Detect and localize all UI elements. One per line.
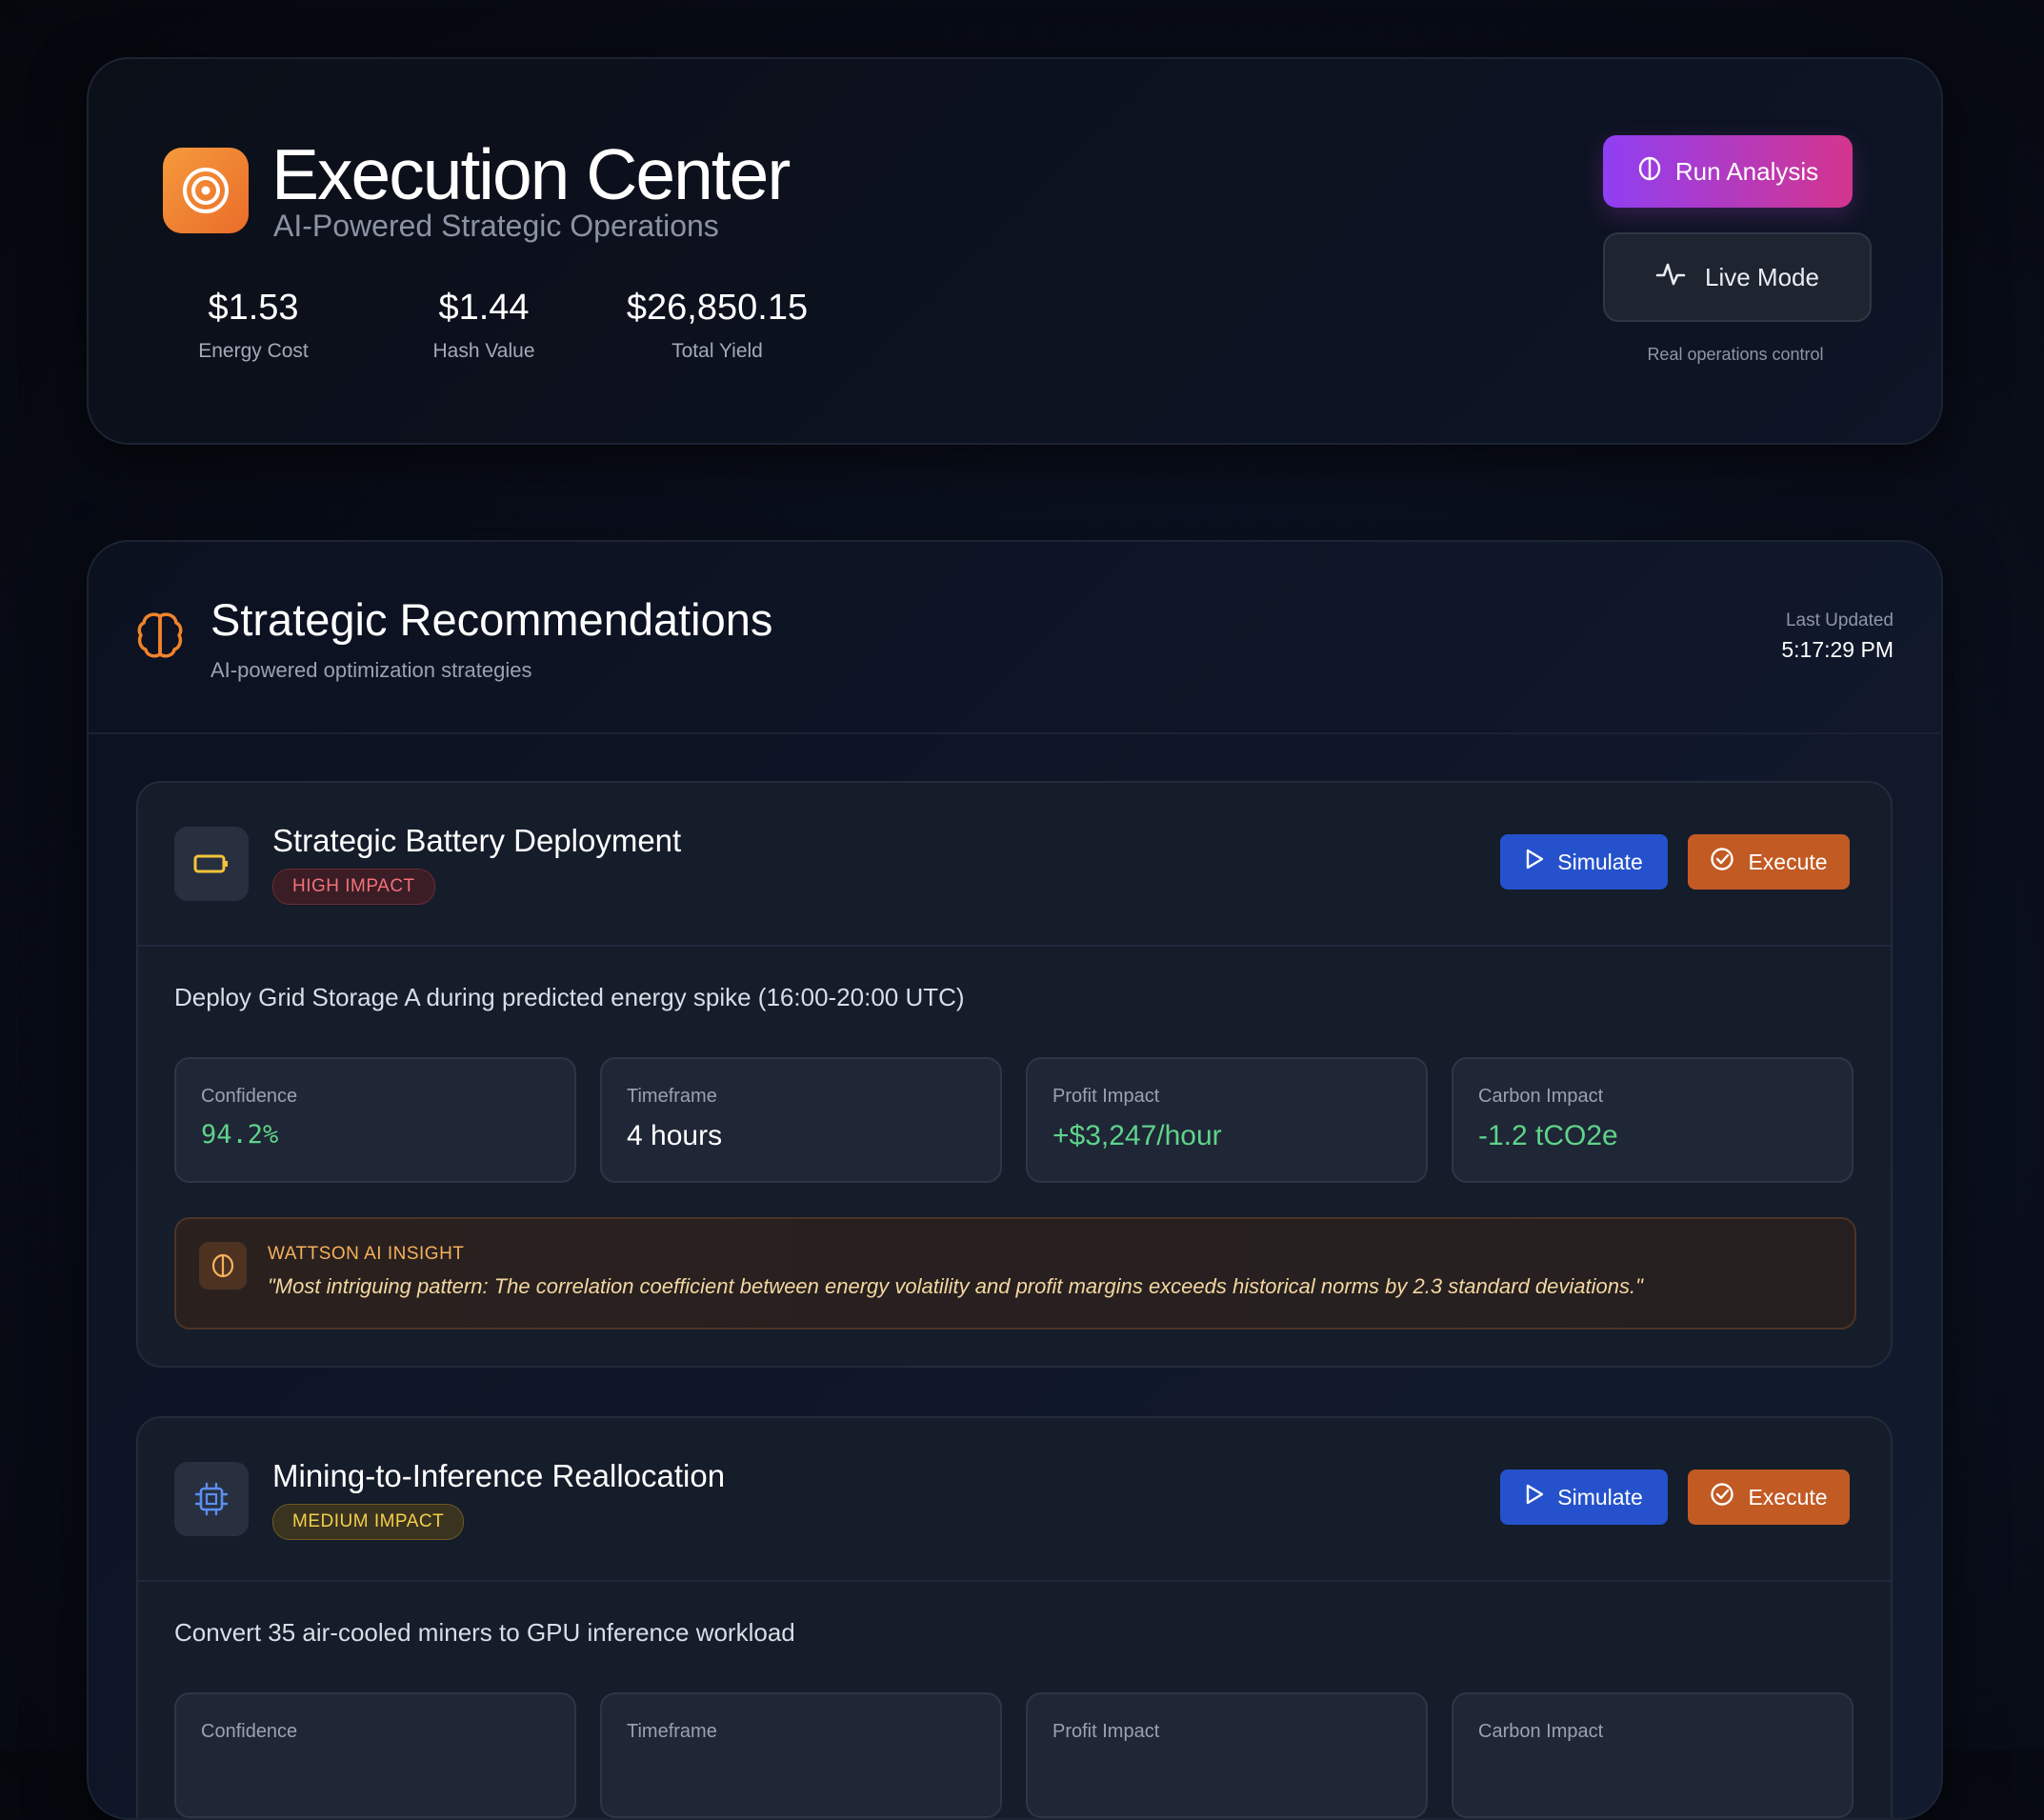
battery-icon: [174, 827, 249, 901]
insight-quote: "Most intriguing pattern: The correlatio…: [268, 1274, 1643, 1298]
impact-badge: HIGH IMPACT: [272, 869, 435, 905]
check-circle-icon: [1710, 1482, 1734, 1512]
card-title: Mining-to-Inference Reallocation: [272, 1458, 726, 1493]
metric-value: +$3,247/hour: [1052, 1120, 1222, 1151]
play-icon: [1525, 849, 1544, 875]
metric-label: Timeframe: [627, 1086, 717, 1107]
live-mode-caption: Real operations control: [1647, 345, 1824, 364]
simulate-label: Simulate: [1557, 849, 1643, 874]
metric-value: 94.2%: [201, 1120, 279, 1150]
recommendations-header: Strategic Recommendations AI-powered opt…: [89, 542, 1941, 734]
live-mode-label: Live Mode: [1705, 262, 1819, 291]
last-updated-time: 5:17:29 PM: [1781, 637, 1894, 662]
brain-icon: [1637, 156, 1662, 188]
card-description: Deploy Grid Storage A during predicted e…: [174, 983, 965, 1011]
metric-label: Confidence: [201, 1721, 298, 1742]
metric-label: Profit Impact: [1052, 1721, 1160, 1742]
run-analysis-label: Run Analysis: [1674, 156, 1819, 186]
metric-profit-impact: Profit Impact +$3,247/hour: [1026, 1057, 1428, 1183]
check-circle-icon: [1710, 847, 1734, 877]
page-title: Execution Center: [271, 134, 791, 214]
impact-badge: MEDIUM IMPACT: [272, 1504, 465, 1540]
recommendation-card: Strategic Battery Deployment HIGH IMPACT…: [136, 781, 1893, 1368]
recommendation-card: Mining-to-Inference Reallocation MEDIUM …: [136, 1416, 1893, 1818]
metric-profit-impact: Profit Impact: [1026, 1692, 1428, 1818]
stat-energy-cost: $1.53 Energy Cost: [191, 288, 315, 363]
last-updated-label: Last Updated: [1785, 610, 1894, 630]
stat-hash-value: $1.44 Hash Value: [422, 288, 546, 363]
strategic-recommendations-panel: Strategic Recommendations AI-powered opt…: [87, 540, 1943, 1820]
section-subtitle: AI-powered optimization strategies: [210, 658, 532, 682]
cpu-icon: [174, 1462, 249, 1536]
target-logo-icon: [163, 148, 249, 233]
brain-icon: [136, 610, 184, 665]
stat-total-yield: $26,850.15 Total Yield: [622, 288, 812, 363]
metric-value: 4 hours: [627, 1120, 723, 1151]
card-description: Convert 35 air-cooled miners to GPU infe…: [174, 1618, 795, 1647]
metric-timeframe: Timeframe: [600, 1692, 1002, 1818]
metric-carbon-impact: Carbon Impact: [1452, 1692, 1854, 1818]
brain-icon: [199, 1242, 247, 1290]
stat-label: Hash Value: [432, 340, 535, 362]
activity-pulse-icon: [1655, 261, 1686, 294]
execute-label: Execute: [1748, 849, 1828, 874]
card-header: Mining-to-Inference Reallocation MEDIUM …: [138, 1418, 1891, 1582]
metric-label: Timeframe: [627, 1721, 717, 1742]
simulate-label: Simulate: [1557, 1484, 1643, 1510]
stat-value: $1.44: [438, 288, 530, 328]
execution-center-panel: Execution Center AI-Powered Strategic Op…: [87, 57, 1943, 445]
execute-label: Execute: [1748, 1484, 1828, 1510]
metric-confidence: Confidence 94.2%: [174, 1057, 576, 1183]
metric-carbon-impact: Carbon Impact -1.2 tCO2e: [1452, 1057, 1854, 1183]
run-analysis-button[interactable]: Run Analysis: [1603, 135, 1853, 208]
stat-label: Total Yield: [671, 340, 763, 362]
stat-label: Energy Cost: [198, 340, 309, 362]
page-subtitle: AI-Powered Strategic Operations: [273, 209, 719, 243]
execute-button[interactable]: Execute: [1688, 1470, 1850, 1525]
live-mode-button[interactable]: Live Mode: [1603, 232, 1872, 322]
metric-timeframe: Timeframe 4 hours: [600, 1057, 1002, 1183]
stat-value: $26,850.15: [626, 288, 809, 328]
play-icon: [1525, 1484, 1544, 1510]
execute-button[interactable]: Execute: [1688, 834, 1850, 890]
ai-insight-box: WATTSON AI INSIGHT "Most intriguing patt…: [174, 1217, 1856, 1330]
metric-label: Confidence: [201, 1086, 298, 1107]
metric-label: Profit Impact: [1052, 1086, 1160, 1107]
simulate-button[interactable]: Simulate: [1500, 1470, 1668, 1525]
metric-label: Carbon Impact: [1478, 1086, 1604, 1107]
stat-value: $1.53: [208, 288, 299, 328]
simulate-button[interactable]: Simulate: [1500, 834, 1668, 890]
metric-value: -1.2 tCO2e: [1478, 1120, 1618, 1151]
metric-label: Carbon Impact: [1478, 1721, 1604, 1742]
card-header: Strategic Battery Deployment HIGH IMPACT…: [138, 783, 1891, 947]
insight-label: WATTSON AI INSIGHT: [268, 1244, 465, 1264]
metric-confidence: Confidence: [174, 1692, 576, 1818]
card-title: Strategic Battery Deployment: [272, 823, 682, 858]
section-title: Strategic Recommendations: [210, 594, 773, 645]
